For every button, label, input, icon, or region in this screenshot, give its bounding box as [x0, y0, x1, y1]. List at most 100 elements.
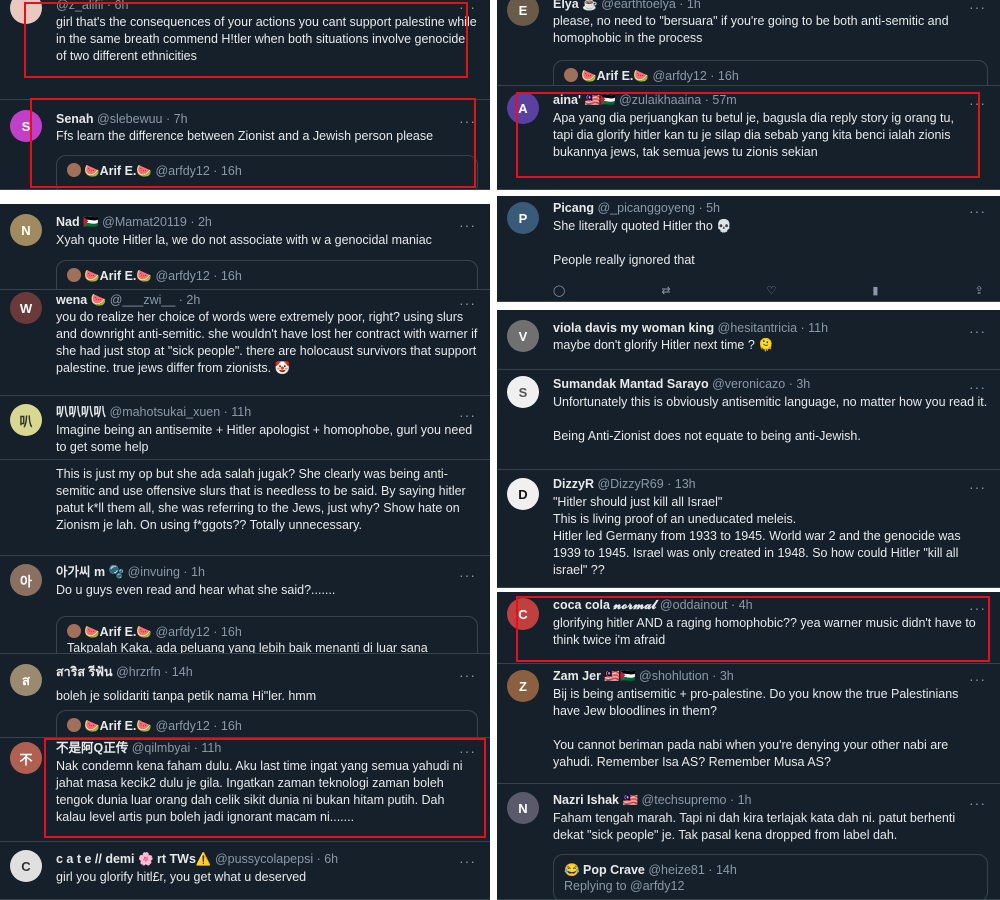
tweet-card[interactable]: W wena 🍉 @___zwi__ · 2h ··· you do reali…	[0, 290, 490, 396]
avatar[interactable]: 不	[10, 742, 42, 774]
tweet-card[interactable]: This is just my op but she ada salah jug…	[0, 460, 490, 556]
tweet-author-name[interactable]: c a t e // demi 🌸 rt TWs⚠️	[56, 852, 211, 866]
tweet-author-name[interactable]: 아가씨 m 🫧	[56, 565, 124, 579]
tweet-card[interactable]: C c a t e // demi 🌸 rt TWs⚠️ @pussycolap…	[0, 842, 490, 900]
avatar[interactable]: W	[10, 292, 42, 324]
tweet-author-name[interactable]: Nazri Ishak 🇲🇾	[553, 793, 638, 807]
share-icon[interactable]: ⇪	[974, 284, 983, 298]
avatar[interactable]: Z	[507, 670, 539, 702]
tweet-author-name[interactable]: Nad 🇵🇸	[56, 215, 99, 229]
tweet-author-name[interactable]: coca cola 𝓷𝓸𝓻𝓶𝓪𝓵	[553, 598, 656, 612]
tweet-card[interactable]: E Elya ☕ @earthtoelya · 1h ··· please, n…	[497, 0, 1000, 86]
tweet-author-name[interactable]: 叭叭叭叭	[56, 405, 106, 419]
quoted-tweet[interactable]: 🍉Arif E.🍉 @arfdy12 · 16h	[56, 260, 478, 289]
more-options-icon[interactable]: ···	[969, 0, 986, 14]
avatar[interactable]: C	[507, 598, 539, 630]
retweet-icon[interactable]: ⇄	[661, 284, 670, 298]
avatar[interactable]: C	[10, 850, 42, 882]
tweet-handle[interactable]: @earthtoelya · 1h	[601, 0, 701, 11]
more-options-icon[interactable]: ···	[969, 601, 986, 615]
more-options-icon[interactable]: ···	[459, 218, 476, 232]
more-options-icon[interactable]: ···	[459, 0, 476, 14]
tweet-card[interactable]: D DizzyR @DizzyR69 · 13h ··· "Hitler sho…	[497, 470, 1000, 588]
avatar[interactable]: S	[10, 110, 42, 142]
tweet-card[interactable]: 叭 叭叭叭叭 @mahotsukai_xuen · 11h ··· Imagin…	[0, 396, 490, 460]
more-options-icon[interactable]: ···	[969, 796, 986, 810]
tweet-handle[interactable]: @slebewuu · 7h	[97, 112, 188, 126]
tweet-handle[interactable]: @hrzrfn · 14h	[116, 665, 193, 679]
tweet-author-name[interactable]: สาริส รีฟัน	[56, 665, 113, 679]
tweet-handle[interactable]: @invuing · 1h	[128, 565, 205, 579]
tweet-author-name[interactable]: aina' 🇲🇾🇵🇸	[553, 93, 616, 107]
tweet-card[interactable]: C coca cola 𝓷𝓸𝓻𝓶𝓪𝓵 @oddainout · 4h ··· g…	[497, 592, 1000, 664]
tweet-card[interactable]: 不 不是阿Q正传 @qilmbyai · 11h ··· Nak condemn…	[0, 738, 490, 842]
tweet-handle[interactable]: @mahotsukai_xuen · 11h	[110, 405, 252, 419]
tweet-handle[interactable]: @___zwi__ · 2h	[110, 293, 201, 307]
tweet-card[interactable]: Z Zam Jer 🇲🇾🇵🇸 @shohlution · 3h ··· Bij …	[497, 664, 1000, 784]
more-options-icon[interactable]: ···	[459, 744, 476, 758]
tweet-author-name[interactable]: viola davis my woman king	[553, 321, 714, 335]
like-icon[interactable]: ♡	[767, 284, 777, 298]
quoted-tweet[interactable]: 🍉Arif E.🍉 @arfdy12 · 16h	[553, 60, 988, 85]
tweet-handle[interactable]: @Mamat20119 · 2h	[102, 215, 212, 229]
tweet-card[interactable]: V viola davis my woman king @hesitantric…	[497, 310, 1000, 370]
more-options-icon[interactable]: ···	[459, 296, 476, 310]
tweet-handle[interactable]: @shohlution · 3h	[639, 669, 734, 683]
tweet-card[interactable]: A aina' 🇲🇾🇵🇸 @zulaikhaaina · 57m ··· Apa…	[497, 86, 1000, 190]
more-options-icon[interactable]: ···	[969, 324, 986, 338]
tweet-handle[interactable]: @hesitantricia · 11h	[718, 321, 828, 335]
tweet-handle[interactable]: @techsupremo · 1h	[642, 793, 752, 807]
tweet-card[interactable]: @z_alifii · 6h ··· girl that's the conse…	[0, 0, 490, 100]
tweet-card[interactable]: ส สาริส รีฟัน @hrzrfn · 14h ··· boleh je…	[0, 654, 490, 738]
reply-icon[interactable]: ◯	[553, 284, 565, 298]
more-options-icon[interactable]: ···	[459, 668, 476, 682]
more-options-icon[interactable]: ···	[459, 854, 476, 868]
quoted-tweet[interactable]: 😂 Pop Crave @heize81 · 14h Replying to @a…	[553, 854, 988, 899]
tweet-author-name[interactable]: wena 🍉	[56, 293, 106, 307]
more-options-icon[interactable]: ···	[459, 568, 476, 582]
tweet-card[interactable]: N Nad 🇵🇸 @Mamat20119 · 2h ··· Xyah quote…	[0, 204, 490, 290]
avatar[interactable]: A	[507, 92, 539, 124]
tweet-handle[interactable]: @qilmbyai · 11h	[132, 741, 222, 755]
more-options-icon[interactable]: ···	[969, 204, 986, 218]
avatar[interactable]	[10, 0, 42, 24]
tweet-author-name[interactable]: Elya ☕	[553, 0, 598, 11]
avatar[interactable]: D	[507, 478, 539, 510]
quoted-tweet[interactable]: 🍉Arif E.🍉 @arfdy12 · 16h Takpalah Kaka, a…	[56, 616, 478, 653]
tweet-author-name[interactable]: DizzyR	[553, 477, 594, 491]
tweet-handle[interactable]: @pussycolapepsi · 6h	[215, 852, 338, 866]
avatar[interactable]: P	[507, 202, 539, 234]
avatar[interactable]: 叭	[10, 404, 42, 436]
quoted-tweet[interactable]: 🍉Arif E.🍉 @arfdy12 · 16h	[56, 710, 478, 737]
quoted-tweet[interactable]: 🍉Arif E.🍉 @arfdy12 · 16h	[56, 155, 478, 189]
tweet-card[interactable]: N Nazri Ishak 🇲🇾 @techsupremo · 1h ··· F…	[497, 784, 1000, 900]
tweet-handle[interactable]: @oddainout · 4h	[660, 598, 753, 612]
avatar[interactable]: E	[507, 0, 539, 26]
avatar[interactable]: ส	[10, 664, 42, 696]
more-options-icon[interactable]: ···	[459, 114, 476, 128]
avatar[interactable]: 아	[10, 564, 42, 596]
tweet-handle[interactable]: @_picanggoyeng · 5h	[597, 201, 720, 215]
tweet-author-name[interactable]: 不是阿Q正传	[56, 741, 128, 755]
tweet-author-name[interactable]: Zam Jer 🇲🇾🇵🇸	[553, 669, 636, 683]
tweet-author-name[interactable]: Sumandak Mantad Sarayo	[553, 377, 709, 391]
tweet-handle[interactable]: @veronicazo · 3h	[712, 377, 810, 391]
tweet-handle[interactable]: @DizzyR69 · 13h	[597, 477, 695, 491]
more-options-icon[interactable]: ···	[969, 380, 986, 394]
tweet-card[interactable]: P Picang @_picanggoyeng · 5h ··· She lit…	[497, 196, 1000, 302]
avatar[interactable]: N	[10, 214, 42, 246]
avatar[interactable]: V	[507, 320, 539, 352]
more-options-icon[interactable]: ···	[459, 408, 476, 422]
tweet-handle[interactable]: @z_alifii · 6h	[56, 0, 128, 12]
avatar[interactable]: N	[507, 792, 539, 824]
more-options-icon[interactable]: ···	[969, 672, 986, 686]
tweet-author-name[interactable]: Picang	[553, 201, 594, 215]
tweet-author-name[interactable]: Senah	[56, 112, 94, 126]
tweet-handle[interactable]: @zulaikhaaina · 57m	[619, 93, 737, 107]
avatar[interactable]: S	[507, 376, 539, 408]
tweet-card[interactable]: S Senah @slebewuu · 7h ··· Ffs learn the…	[0, 100, 490, 190]
tweet-card[interactable]: S Sumandak Mantad Sarayo @veronicazo · 3…	[497, 370, 1000, 470]
more-options-icon[interactable]: ···	[969, 480, 986, 494]
views-icon[interactable]: ▮	[872, 284, 878, 298]
more-options-icon[interactable]: ···	[969, 96, 986, 110]
